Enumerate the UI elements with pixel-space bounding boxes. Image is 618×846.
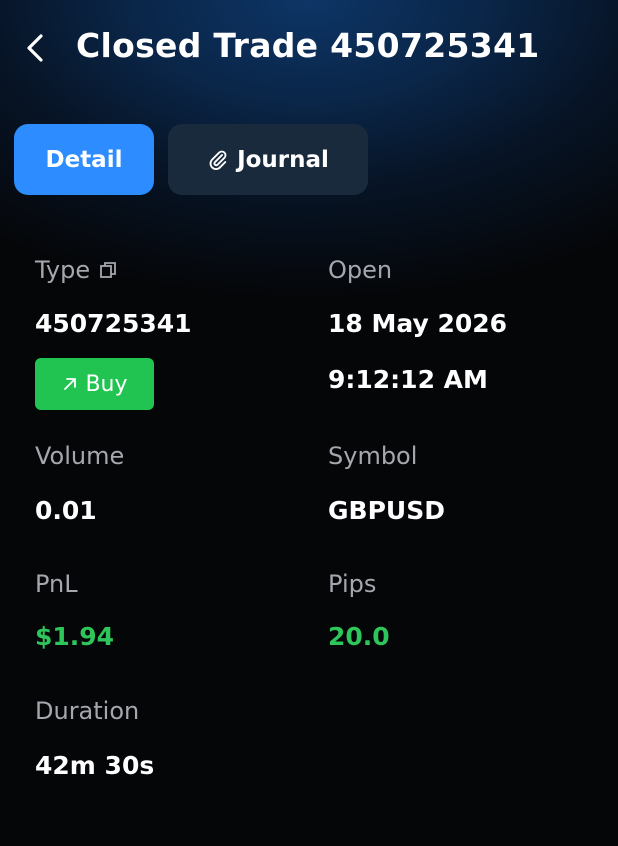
arrow-up-right-icon <box>64 378 77 390</box>
pips-label: Pips <box>328 570 377 598</box>
tab-bar: Detail Journal <box>14 124 368 195</box>
type-field: Type <box>35 256 118 284</box>
tab-journal-label: Journal <box>237 146 329 173</box>
pips-value: 20.0 <box>328 622 390 651</box>
buy-badge-label: Buy <box>85 371 128 397</box>
duration-value: 42m 30s <box>35 751 155 780</box>
page-title: Closed Trade 450725341 <box>76 26 540 65</box>
tab-detail[interactable]: Detail <box>14 124 154 195</box>
symbol-value: GBPUSD <box>328 496 445 525</box>
volume-label: Volume <box>35 442 125 470</box>
tab-detail-label: Detail <box>45 146 123 173</box>
paperclip-icon <box>209 150 227 170</box>
copy-icon[interactable] <box>98 260 118 280</box>
type-value: 450725341 <box>35 309 192 338</box>
pnl-label: PnL <box>35 570 78 598</box>
chevron-left-icon <box>27 34 43 62</box>
open-date: 18 May 2026 <box>328 309 508 338</box>
header: Closed Trade 450725341 <box>0 0 618 100</box>
duration-label: Duration <box>35 697 140 725</box>
volume-value: 0.01 <box>35 496 97 525</box>
tab-journal[interactable]: Journal <box>168 124 368 195</box>
back-button[interactable] <box>18 28 52 68</box>
open-time: 9:12:12 AM <box>328 365 488 394</box>
pnl-value: $1.94 <box>35 622 115 651</box>
symbol-label: Symbol <box>328 442 418 470</box>
buy-badge: Buy <box>35 358 154 410</box>
type-label: Type <box>35 256 91 284</box>
open-label: Open <box>328 256 393 284</box>
